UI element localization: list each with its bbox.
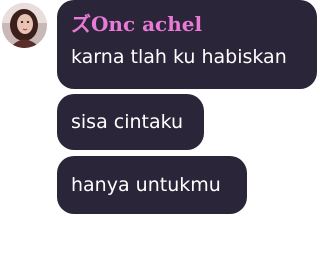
message-bubble[interactable]: sisa cintaku bbox=[57, 94, 204, 150]
avatar[interactable] bbox=[2, 3, 47, 48]
profile-photo-icon bbox=[2, 3, 47, 48]
message-bubble[interactable]: hanya untukmu bbox=[57, 156, 247, 214]
message-text: karna tlah ku habiskan bbox=[71, 46, 287, 68]
chat-thread: ズOnc achel karna tlah ku habiskan sisa c… bbox=[0, 0, 320, 266]
message-text: sisa cintaku bbox=[71, 111, 184, 133]
sender-name[interactable]: ズOnc achel bbox=[71, 11, 303, 37]
message-bubble[interactable]: ズOnc achel karna tlah ku habiskan bbox=[57, 0, 317, 89]
message-text: hanya untukmu bbox=[71, 174, 221, 196]
